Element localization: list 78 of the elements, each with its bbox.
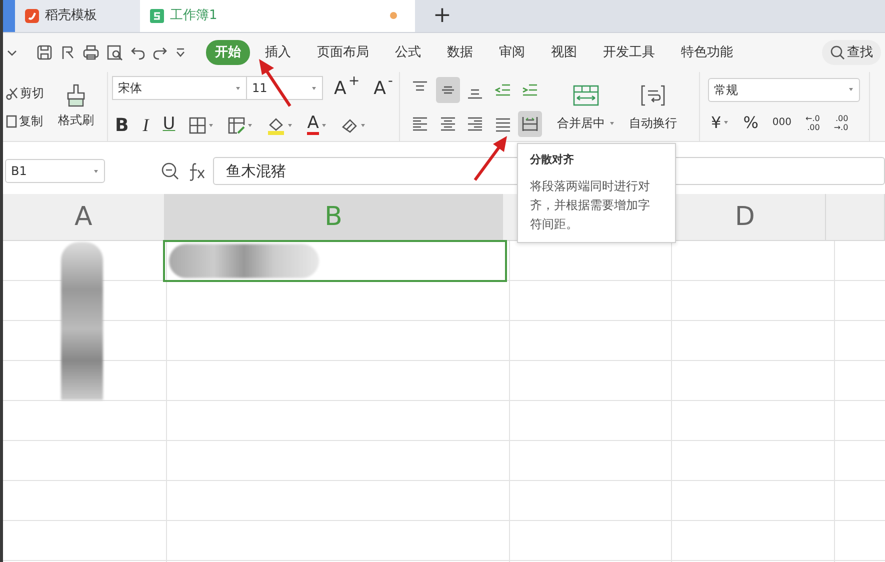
caret-icon [723,120,730,125]
ribbon-tab[interactable]: 开发工具 [594,40,664,66]
align-top-icon [412,80,428,90]
ribbon-tab[interactable]: 公式 [386,40,430,66]
cut-button[interactable]: 剪切 [3,82,47,102]
paste-icon[interactable] [60,45,75,60]
caret-icon [320,122,327,128]
merge-center-button[interactable]: 合并居中 [554,84,618,133]
cell-style-icon [228,116,246,134]
collapse-icon[interactable] [7,48,17,56]
grid-border-icon [189,116,206,134]
zoom-icon[interactable] [161,162,179,180]
font-name-field[interactable]: 宋体 [112,76,247,100]
font-size-field[interactable]: 11 [247,76,323,100]
format-painter-button[interactable]: 格式刷 [55,83,97,130]
print-icon[interactable] [83,45,99,60]
search-icon [830,45,845,60]
tooltip-text: 将段落两端同时进行对齐，并根据需要增加字符间距。 [530,178,651,233]
document-tab[interactable]: 稻壳模板 [15,0,140,32]
name-box[interactable]: B1 [5,159,105,183]
number-format-button[interactable]: 000 [769,114,794,131]
copy-icon [6,114,17,128]
annotation-arrow [474,136,507,181]
save-icon[interactable] [37,45,52,60]
caret-icon [287,122,294,128]
middle-align-button[interactable] [436,76,460,102]
caret-icon [311,86,317,90]
distributed-align-button[interactable] [518,110,542,136]
caret-icon [360,122,366,128]
caret-icon [93,168,99,174]
number-format-field[interactable]: 常规 [708,78,860,102]
document-tab[interactable]: 工作簿1 [140,0,415,32]
bold-button[interactable]: B [112,110,132,140]
spreadsheet-icon [150,8,164,22]
function-icon[interactable] [187,162,205,180]
increase-font-button[interactable]: A$^{+}$ [331,74,363,102]
ribbon-tab[interactable]: 页面布局 [308,40,378,66]
align-right-icon [467,114,483,132]
ribbon-tab[interactable]: 特色功能 [672,40,742,66]
decimal-button[interactable]: .00 →.0 [830,112,852,132]
distributed-align-icon [522,114,538,132]
wrap-text-button[interactable]: 自动换行 [626,84,680,133]
copy-button[interactable]: 复制 [3,110,47,130]
tooltip-title: 分散对齐 [530,152,575,168]
align-left-icon [412,114,428,132]
align-bottom-icon [467,88,483,98]
number-format-button[interactable]: ¥ [708,110,732,136]
font-color-button[interactable]: A [304,114,330,136]
undo-icon[interactable] [131,46,145,60]
align-center-icon [440,114,456,132]
redo-icon[interactable] [153,46,167,60]
print-preview-icon[interactable] [107,44,123,60]
paint-bucket-icon [267,116,286,134]
scissors-icon [6,86,18,100]
search-button[interactable]: 查找 [822,40,881,66]
eraser-icon [340,116,358,134]
caret-icon [609,120,615,126]
ribbon-tab[interactable]: 视图 [542,40,586,66]
decimal-button[interactable]: ←.0 .00 [802,112,823,132]
caret-icon [848,87,854,92]
merge-cells-icon [573,85,599,106]
window-edge-strip [3,0,15,32]
ribbon-tab[interactable]: 审阅 [490,40,534,66]
brush-icon [66,84,86,107]
caret-icon [208,122,214,128]
underline-button[interactable]: U [160,111,178,139]
ribbon-tab[interactable]: 插入 [256,40,300,66]
caret-icon [247,122,254,128]
new-tab-button[interactable]: + [425,0,460,32]
decrease-font-button[interactable]: A$^{-}$ [370,74,396,102]
wrap-text-icon [641,85,665,106]
more-icon[interactable] [175,47,186,58]
column-header: B [164,194,504,240]
docer-logo-icon [25,8,39,22]
italic-button[interactable]: I [140,110,152,140]
number-format-button[interactable]: % [740,110,762,136]
ribbon-tab[interactable]: 数据 [438,40,482,66]
caret-icon [235,86,241,90]
